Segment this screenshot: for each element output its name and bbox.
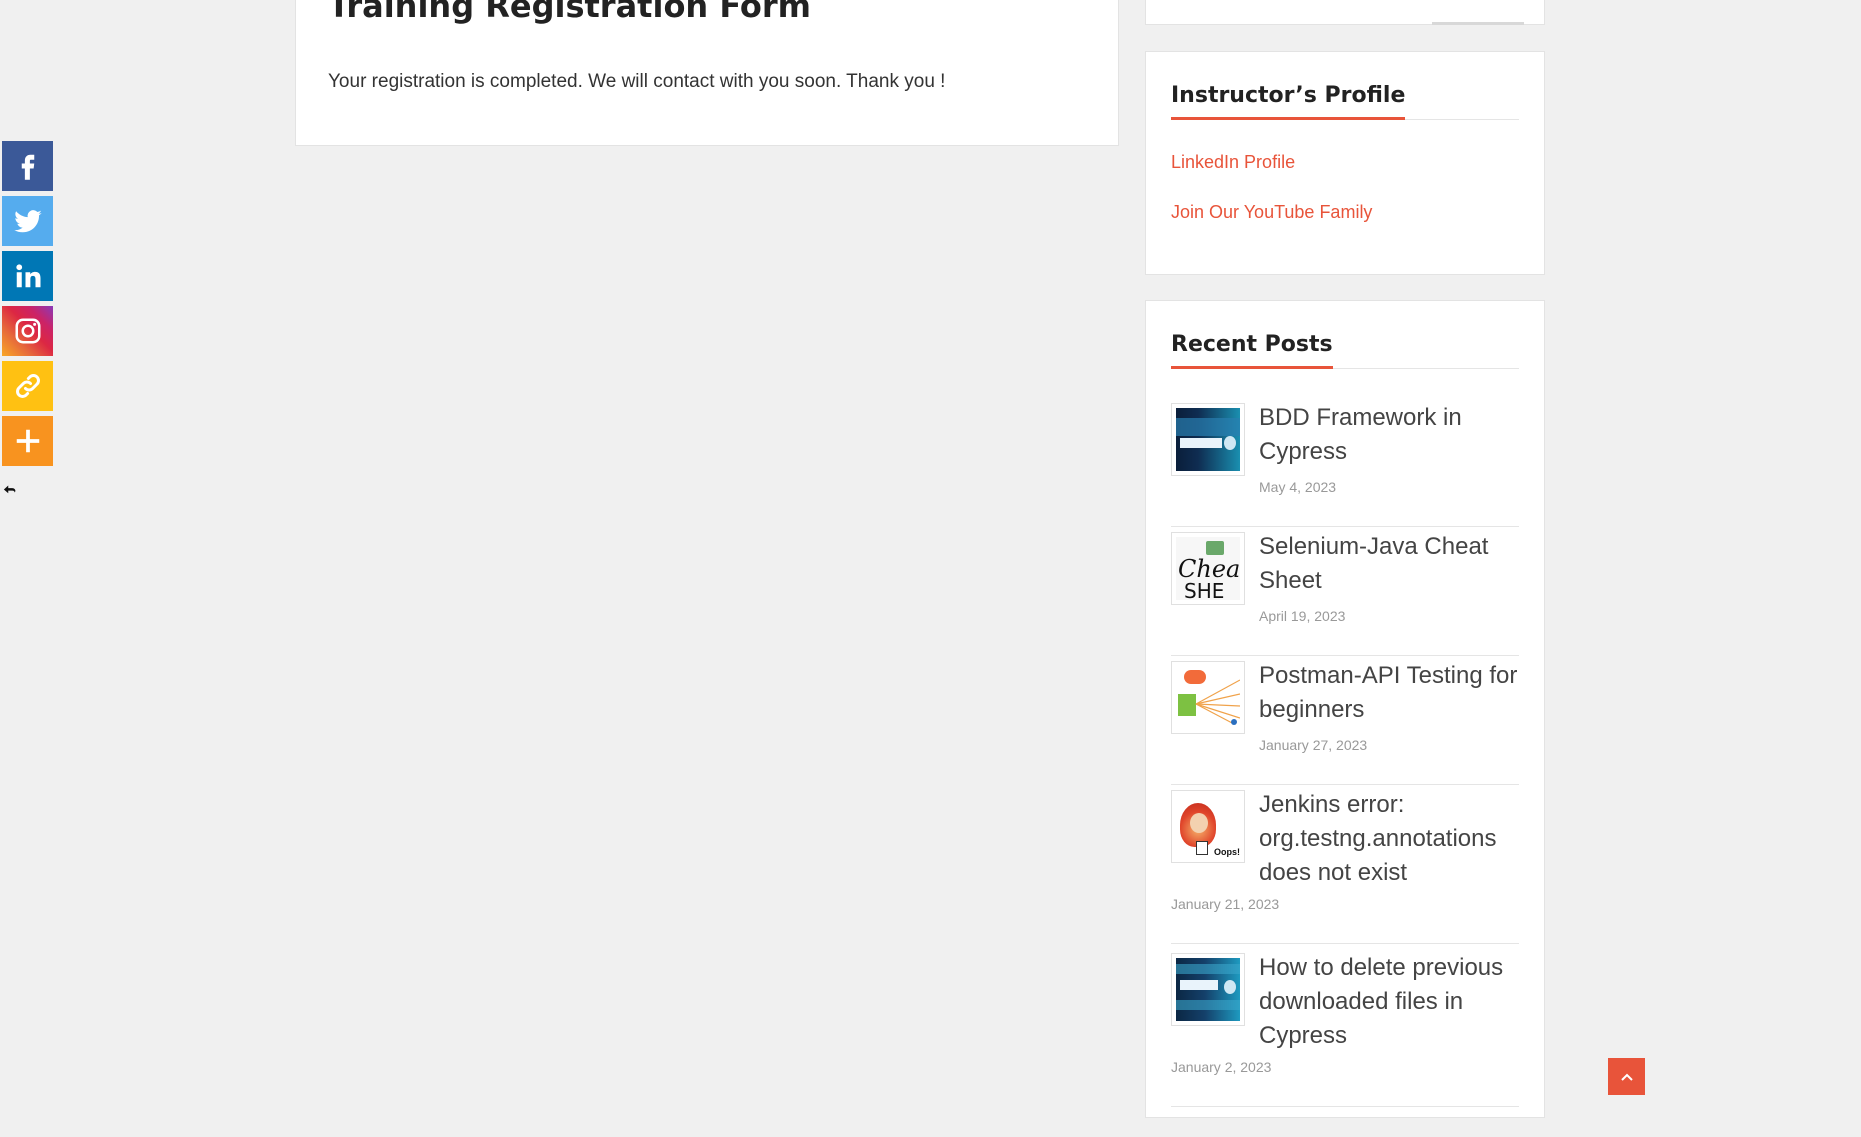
link-icon [15, 374, 40, 398]
post-title-link[interactable]: Jenkins error: org.testng.annotations do… [1259, 788, 1519, 890]
copy-link-button[interactable] [2, 361, 53, 411]
registration-message: Your registration is completed. We will … [328, 71, 946, 92]
recent-post-item: Postman-API Testing for beginners Januar… [1171, 659, 1519, 785]
recent-post-item: Chea SHE Selenium-Java Cheat Sheet April… [1171, 530, 1519, 656]
instructor-profile-title: Instructor’s Profile [1171, 83, 1406, 120]
widget-title-bar: Instructor’s Profile [1171, 83, 1519, 120]
facebook-icon [21, 154, 34, 180]
cypress-delete-thumbnail[interactable] [1171, 953, 1245, 1026]
instagram-share-button[interactable] [2, 306, 53, 356]
facebook-share-button[interactable] [2, 141, 53, 191]
post-title-link[interactable]: Postman-API Testing for beginners [1259, 659, 1519, 727]
youtube-family-link[interactable]: Join Our YouTube Family [1171, 202, 1372, 223]
registration-card: Training Registration Form Your registra… [295, 0, 1119, 146]
twitter-icon [13, 210, 42, 233]
page-title: Training Registration Form [328, 0, 812, 25]
post-date: April 19, 2023 [1259, 608, 1346, 624]
post-title-link[interactable]: How to delete previous downloaded files … [1259, 951, 1519, 1053]
plus-icon [16, 429, 39, 453]
instructor-profile-widget: Instructor’s Profile LinkedIn Profile Jo… [1145, 51, 1545, 275]
post-title-link[interactable]: Selenium-Java Cheat Sheet [1259, 530, 1519, 598]
sidebar-widget-top [1145, 0, 1545, 25]
more-share-button[interactable] [2, 416, 53, 466]
cheat-sheet-thumbnail[interactable]: Chea SHE [1171, 532, 1245, 605]
search-button-edge[interactable] [1432, 22, 1524, 25]
post-date: May 4, 2023 [1259, 479, 1337, 495]
twitter-share-button[interactable] [2, 196, 53, 246]
linkedin-share-button[interactable] [2, 251, 53, 301]
recent-post-item: Oops! Jenkins error: org.testng.annotati… [1171, 788, 1519, 944]
post-date: January 27, 2023 [1259, 737, 1368, 753]
linkedin-profile-link[interactable]: LinkedIn Profile [1171, 152, 1295, 173]
widget-title-bar: Recent Posts [1171, 332, 1519, 369]
chevron-up-icon [1620, 1073, 1633, 1081]
cypress-bdd-thumbnail[interactable] [1171, 403, 1245, 476]
recent-post-item: How to delete previous downloaded files … [1171, 951, 1519, 1107]
hide-share-bar-icon[interactable] [3, 482, 17, 496]
linkedin-icon [15, 264, 40, 288]
post-date: January 21, 2023 [1171, 896, 1280, 912]
back-to-top-button[interactable] [1608, 1058, 1645, 1095]
postman-thumbnail[interactable] [1171, 661, 1245, 734]
recent-posts-title: Recent Posts [1171, 332, 1333, 369]
jenkins-oops-thumbnail[interactable]: Oops! [1171, 790, 1245, 863]
post-date: January 2, 2023 [1171, 1059, 1272, 1075]
post-title-link[interactable]: BDD Framework in Cypress [1259, 401, 1519, 469]
social-share-bar [2, 141, 53, 471]
instagram-icon [15, 318, 40, 344]
recent-post-item: BDD Framework in Cypress May 4, 2023 [1171, 401, 1519, 527]
recent-posts-widget: Recent Posts BDD Framework in Cypress Ma… [1145, 300, 1545, 1118]
